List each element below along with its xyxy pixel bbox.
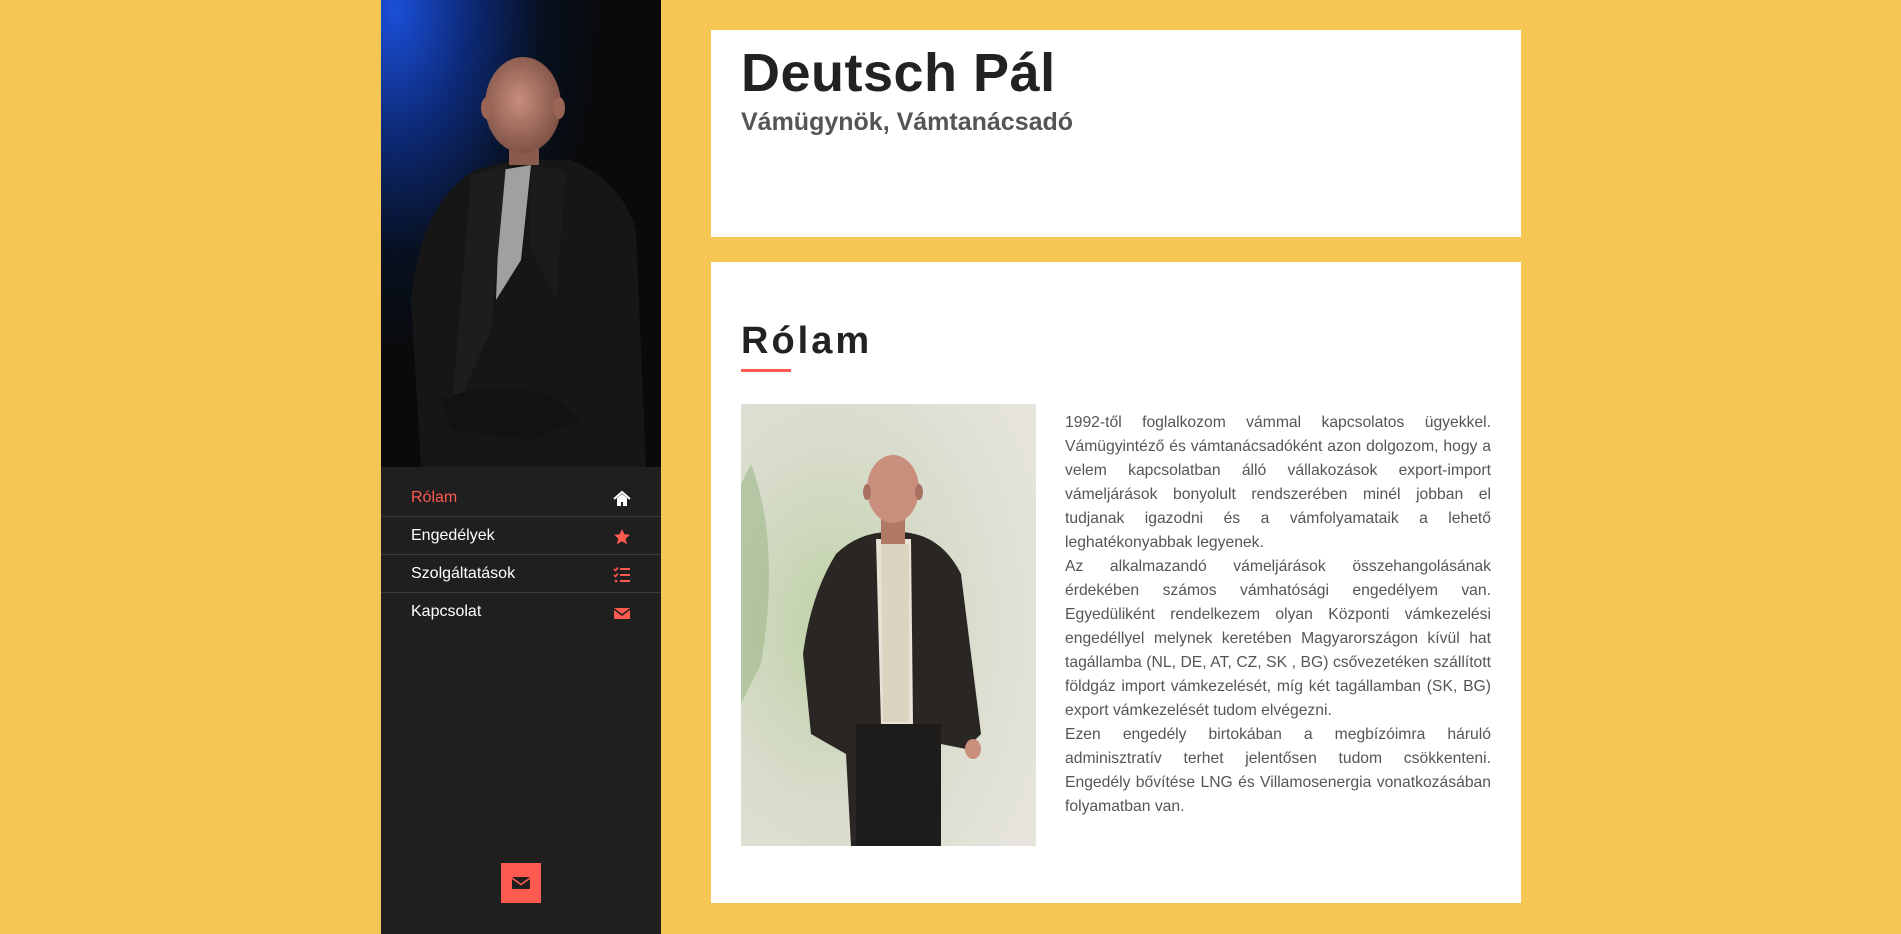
nav-item-szolgaltatasok[interactable]: Szolgáltatások — [381, 556, 661, 593]
nav-item-engedelyek[interactable]: Engedélyek — [381, 518, 661, 555]
title-underline — [741, 369, 791, 372]
about-section: Rólam 1992-től foglalkozom vámmal kapcso… — [711, 262, 1521, 903]
about-text: 1992-től foglalkozom vámmal kapcsolatos … — [1065, 411, 1491, 819]
home-icon — [613, 490, 631, 508]
star-icon — [613, 528, 631, 546]
nav-item-label: Kapcsolat — [411, 603, 482, 620]
section-title: Rólam — [741, 320, 873, 362]
about-photo — [741, 404, 1036, 846]
sidebar: Rólam Engedélyek Szolgáltatások Kapcsola… — [381, 0, 661, 934]
page-title: Deutsch Pál — [741, 43, 1056, 103]
main-nav: Rólam Engedélyek Szolgáltatások Kapcsola… — [381, 480, 661, 631]
nav-item-label: Rólam — [411, 489, 458, 506]
profile-photo — [381, 0, 661, 467]
nav-item-label: Engedélyek — [411, 527, 495, 544]
contact-email-button[interactable] — [501, 863, 541, 903]
about-paragraph: Az alkalmazandó vámeljárások összehangol… — [1065, 558, 1491, 719]
page-subtitle: Vámügynök, Vámtanácsadó — [741, 108, 1074, 136]
nav-item-kapcsolat[interactable]: Kapcsolat — [381, 594, 661, 630]
header-card: Deutsch Pál Vámügynök, Vámtanácsadó — [711, 30, 1521, 237]
about-paragraph: 1992-től foglalkozom vámmal kapcsolatos … — [1065, 414, 1491, 551]
list-icon — [613, 566, 631, 584]
envelope-icon — [613, 604, 631, 622]
nav-item-label: Szolgáltatások — [411, 565, 516, 582]
about-paragraph: Ezen engedély birtokában a megbízóimra h… — [1065, 726, 1491, 815]
envelope-icon — [512, 877, 530, 889]
nav-item-rolam[interactable]: Rólam — [381, 480, 661, 517]
